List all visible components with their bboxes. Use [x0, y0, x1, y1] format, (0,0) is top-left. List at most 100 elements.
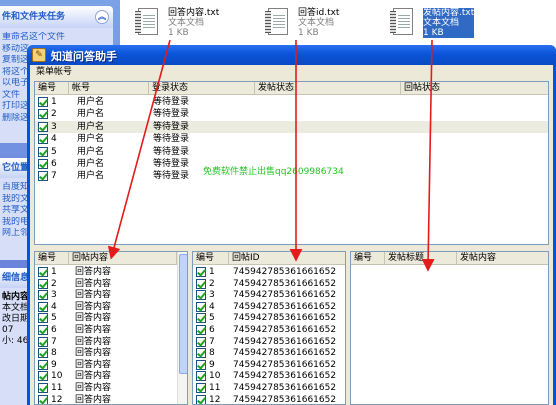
table-row[interactable]: 9 回答内容 [35, 359, 177, 371]
row-checkbox[interactable] [38, 336, 48, 347]
cell-reply-content: 回答内容 [75, 290, 112, 301]
row-checkbox[interactable] [38, 171, 48, 182]
table-row[interactable]: 5 745942785361661652 [193, 312, 345, 324]
reply-ids-list[interactable]: 编号 回帖ID 1 745942785361661652 2 745942785361… [192, 251, 346, 405]
table-row[interactable]: 9 745942785361661652 [193, 359, 345, 371]
table-row[interactable]: 12 回答内容 [35, 394, 177, 404]
table-row[interactable]: 2 回答内容 [35, 278, 177, 290]
col-account[interactable]: 帐号 [69, 82, 149, 95]
row-checkbox[interactable] [196, 383, 206, 393]
col-reply-content[interactable]: 回帖内容 [69, 252, 177, 265]
table-row[interactable]: 8 745942785361661652 [193, 347, 345, 359]
table-row[interactable]: 6 回答内容 [35, 324, 177, 336]
row-checkbox[interactable] [196, 278, 206, 289]
col-login-status[interactable]: 登录状态 [149, 82, 255, 95]
cell-account: 用户名 [77, 97, 105, 107]
row-checkbox[interactable] [38, 278, 48, 289]
title-bar[interactable]: ✎ 知道问答助手 [27, 45, 556, 65]
row-checkbox[interactable] [196, 313, 206, 324]
col-post-title[interactable]: 发帖标题 [385, 252, 457, 265]
window-title: 知道问答助手 [51, 50, 117, 63]
collapse-chevron-icon[interactable]: ︽ [95, 10, 109, 24]
table-row[interactable]: 2 用户名 等待登录 [35, 108, 548, 120]
col-number[interactable]: 编号 [35, 82, 69, 95]
row-checkbox[interactable] [38, 394, 48, 404]
row-checkbox[interactable] [196, 301, 206, 312]
table-row[interactable]: 10 745942785361661652 [193, 370, 345, 382]
row-checkbox[interactable] [196, 371, 206, 382]
row-checkbox[interactable] [196, 325, 206, 335]
col-reply-id[interactable]: 回帖ID [229, 252, 345, 265]
table-row[interactable]: 3 用户名 等待登录 [35, 120, 548, 134]
row-checkbox[interactable] [38, 121, 48, 132]
row-checkbox[interactable] [38, 134, 48, 145]
row-checkbox[interactable] [38, 290, 48, 301]
table-row[interactable]: 2 745942785361661652 [193, 278, 345, 290]
file-type: 文本文档 [423, 18, 460, 28]
cell-login-status: 等待登录 [153, 146, 190, 157]
table-row[interactable]: 1 用户名 等待登录 [35, 96, 548, 108]
table-row[interactable]: 5 用户名 等待登录 [35, 146, 548, 158]
table-row[interactable]: 4 回答内容 [35, 301, 177, 313]
row-checkbox[interactable] [38, 146, 48, 157]
cell-number: 1 [209, 267, 215, 277]
file-tasks-header[interactable]: 件和文件夹任务 ︽ [0, 6, 113, 28]
row-checkbox[interactable] [196, 336, 206, 347]
table-row[interactable]: 8 回答内容 [35, 347, 177, 359]
cell-number: 3 [51, 290, 57, 301]
row-checkbox[interactable] [38, 97, 48, 107]
table-row[interactable]: 7 745942785361661652 [193, 336, 345, 348]
row-checkbox[interactable] [38, 348, 48, 359]
row-checkbox[interactable] [38, 325, 48, 335]
cell-number: 5 [51, 313, 57, 324]
table-row[interactable]: 7 回答内容 [35, 336, 177, 348]
table-row[interactable]: 5 回答内容 [35, 312, 177, 324]
task-link-rename[interactable]: 重命名这个文件 [2, 32, 113, 44]
row-checkbox[interactable] [196, 394, 206, 404]
scroll-thumb[interactable] [179, 254, 187, 374]
accounts-list[interactable]: 编号 帐号 登录状态 发帖状态 回帖状态 1 用户名 等待登录 2 用户名 等待登录 3 用户… [34, 81, 549, 245]
table-row[interactable]: 11 745942785361661652 [193, 382, 345, 394]
row-checkbox[interactable] [196, 267, 206, 277]
row-checkbox[interactable] [38, 301, 48, 312]
replies-list[interactable]: 编号 回帖内容 1 回答内容 2 回答内容 3 回答内容 4 回答内容 5 回答内容 6 回答内容 7 回… [34, 251, 188, 405]
replies-scrollbar[interactable] [177, 252, 187, 404]
table-row[interactable]: 1 回答内容 [35, 266, 177, 278]
row-checkbox[interactable] [38, 313, 48, 324]
table-row[interactable]: 12 745942785361661652 [193, 394, 345, 404]
row-checkbox[interactable] [38, 267, 48, 277]
cell-number: 7 [209, 336, 215, 347]
row-checkbox[interactable] [196, 348, 206, 359]
table-row[interactable]: 6 745942785361661652 [193, 324, 345, 336]
table-row[interactable]: 11 回答内容 [35, 382, 177, 394]
col-post-content[interactable]: 发帖内容 [457, 252, 548, 265]
cell-login-status: 等待登录 [153, 134, 190, 145]
table-row[interactable]: 3 745942785361661652 [193, 289, 345, 301]
file-label: 回答内容.txt 文本文档 1 KB [168, 8, 219, 38]
col-number[interactable]: 编号 [193, 252, 229, 265]
table-row[interactable]: 1 745942785361661652 [193, 266, 345, 278]
row-checkbox[interactable] [196, 359, 206, 370]
cell-reply-content: 回答内容 [75, 267, 112, 277]
table-row[interactable]: 4 745942785361661652 [193, 301, 345, 313]
posts-list[interactable]: 编号 发帖标题 发帖内容 [350, 251, 549, 405]
col-number[interactable]: 编号 [351, 252, 385, 265]
table-row[interactable]: 3 回答内容 [35, 289, 177, 301]
menu-account[interactable]: 菜单帐号 [36, 67, 72, 77]
table-row[interactable]: 10 回答内容 [35, 370, 177, 382]
row-checkbox[interactable] [38, 159, 48, 169]
cell-number: 6 [51, 325, 57, 335]
app-icon: ✎ [32, 48, 46, 62]
cell-number: 2 [51, 278, 57, 289]
row-checkbox[interactable] [38, 109, 48, 120]
row-checkbox[interactable] [38, 371, 48, 382]
col-reply-status[interactable]: 回帖状态 [401, 82, 548, 95]
col-number[interactable]: 编号 [35, 252, 69, 265]
row-checkbox[interactable] [38, 383, 48, 393]
row-checkbox[interactable] [38, 359, 48, 370]
cell-number: 10 [51, 371, 63, 382]
col-post-status[interactable]: 发帖状态 [255, 82, 401, 95]
cell-reply-content: 回答内容 [75, 301, 112, 312]
table-row[interactable]: 4 用户名 等待登录 [35, 133, 548, 145]
row-checkbox[interactable] [196, 290, 206, 301]
